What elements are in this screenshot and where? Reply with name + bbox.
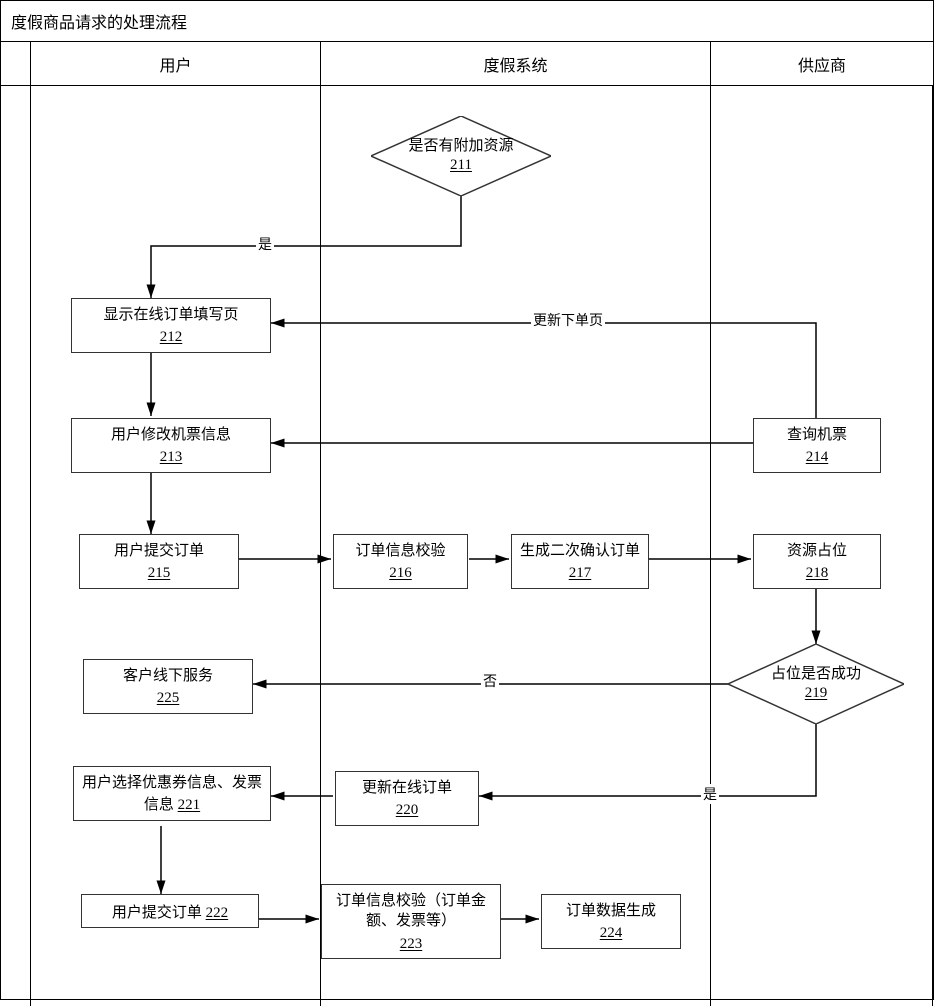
lane-gutter-header — [1, 42, 31, 85]
step-num: 222 — [206, 903, 229, 923]
step-reserve-resource: 资源占位 218 — [753, 534, 881, 589]
step-label: 资源占位 — [762, 541, 872, 561]
diagram-title: 度假商品请求的处理流程 — [1, 1, 933, 42]
step-label: 用户选择优惠券信息、发票信息 — [82, 775, 262, 813]
decision-num: 211 — [450, 156, 472, 176]
edge-label-no-219: 否 — [481, 671, 499, 691]
step-num: 213 — [160, 447, 183, 467]
step-label: 更新在线订单 — [344, 778, 470, 798]
step-label: 客户线下服务 — [92, 666, 244, 686]
step-submit-order-1: 用户提交订单 215 — [79, 534, 239, 589]
step-show-order-page: 显示在线订单填写页 212 — [71, 298, 271, 353]
step-label: 订单信息校验（订单金额、发票等） — [336, 893, 486, 929]
step-validate-order-1: 订单信息校验 216 — [333, 534, 468, 589]
step-label: 查询机票 — [762, 425, 872, 445]
step-num: 223 — [400, 934, 423, 954]
step-num: 217 — [569, 563, 592, 583]
edge-label-yes-211: 是 — [256, 234, 274, 254]
lane-header-system: 度假系统 — [321, 42, 711, 85]
decision-label: 是否有附加资源 — [408, 137, 513, 157]
step-offline-service: 客户线下服务 225 — [83, 659, 253, 714]
decision-label: 占位是否成功 — [771, 665, 861, 685]
step-modify-ticket: 用户修改机票信息 213 — [71, 418, 271, 473]
step-update-online-order: 更新在线订单 220 — [335, 771, 479, 826]
step-num: 212 — [160, 327, 183, 347]
step-num: 215 — [148, 563, 171, 583]
step-num: 214 — [806, 447, 829, 467]
step-num: 218 — [806, 563, 829, 583]
lane-header-supplier: 供应商 — [711, 42, 933, 85]
edge-label-update-page: 更新下单页 — [531, 310, 605, 330]
lane-headers: 用户 度假系统 供应商 — [1, 42, 933, 86]
step-label: 订单信息校验 — [342, 541, 459, 561]
step-validate-order-2: 订单信息校验（订单金额、发票等） 223 — [321, 884, 501, 959]
step-label: 用户修改机票信息 — [80, 425, 262, 445]
step-num: 225 — [157, 688, 180, 708]
lane-gutter — [1, 86, 31, 1006]
step-label: 显示在线订单填写页 — [80, 305, 262, 325]
step-label: 订单数据生成 — [550, 901, 672, 921]
decision-has-addon: 是否有附加资源 211 — [371, 116, 551, 196]
step-label: 用户提交订单 — [88, 541, 230, 561]
edge-label-yes-219: 是 — [701, 784, 719, 804]
step-select-coupon-invoice: 用户选择优惠券信息、发票信息 221 — [73, 766, 271, 821]
lane-header-user: 用户 — [31, 42, 321, 85]
step-num: 221 — [178, 795, 201, 815]
step-label: 用户提交订单 — [112, 905, 202, 921]
step-num: 216 — [389, 563, 412, 583]
step-num: 220 — [396, 800, 419, 820]
decision-num: 219 — [805, 684, 828, 704]
decision-reserve-success: 占位是否成功 219 — [728, 644, 904, 724]
lanes-body: 是否有附加资源 211 显示在线订单填写页 212 用户修改机票信息 213 查… — [1, 86, 933, 1006]
step-num: 224 — [600, 923, 623, 943]
step-gen-order-data: 订单数据生成 224 — [541, 894, 681, 949]
step-gen-confirm-order: 生成二次确认订单 217 — [511, 534, 649, 589]
step-label: 生成二次确认订单 — [520, 543, 640, 559]
step-query-ticket: 查询机票 214 — [753, 418, 881, 473]
step-submit-order-2: 用户提交订单 222 — [81, 894, 259, 928]
swimlane-diagram: 度假商品请求的处理流程 用户 度假系统 供应商 — [0, 0, 934, 1000]
